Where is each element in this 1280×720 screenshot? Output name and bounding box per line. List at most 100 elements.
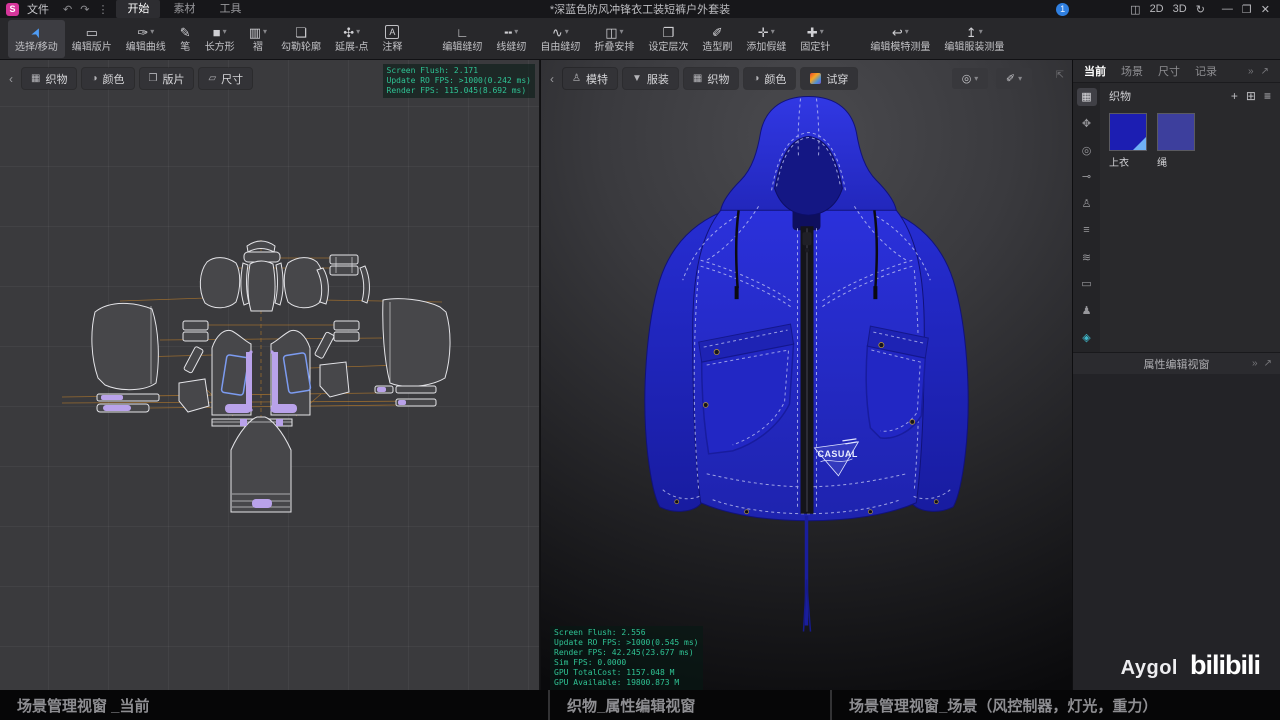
- pattern-pieces[interactable]: [91, 240, 451, 513]
- tool-pleat[interactable]: ▥ ▾ 褶: [242, 20, 274, 58]
- add-fabric-button[interactable]: +: [1231, 89, 1238, 103]
- panel-tab-记录[interactable]: 记录: [1195, 63, 1217, 79]
- grid-view-icon[interactable]: ⊞: [1246, 89, 1256, 103]
- ribbon-tab-素材[interactable]: 素材: [162, 0, 206, 18]
- pattern-2d-viewport[interactable]: ‹ ▦ 织物 ◑ 颜色 ❒ 版片 ▱ 尺寸 Screen Flush: 2.171 Update…: [0, 60, 540, 690]
- tool-edit-pattern[interactable]: ▭ 编辑版片: [65, 20, 119, 58]
- panel-collapse-icon[interactable]: »: [1248, 66, 1254, 77]
- panel-expand-icon[interactable]: ↗: [1261, 66, 1269, 77]
- menu-file[interactable]: 文件: [27, 1, 49, 17]
- garment-tab-label: 织物: [707, 73, 730, 86]
- garment-tab-color[interactable]: ◑ 颜色: [744, 68, 796, 89]
- center-zipper[interactable]: [800, 226, 814, 514]
- fabric-swatch-绳[interactable]: 绳: [1157, 113, 1195, 169]
- fold-arrange-icon: ◫: [605, 24, 618, 40]
- pattern-tab-pattern[interactable]: ❒ 版片: [139, 68, 194, 89]
- pattern-tab-color[interactable]: ◑ 颜色: [82, 68, 134, 89]
- tool-label: 线缝纫: [496, 41, 527, 53]
- fabric-icon[interactable]: ▦: [1076, 88, 1097, 106]
- garment-tab-try-on[interactable]: 试穿: [801, 68, 858, 89]
- piping-icon[interactable]: ▭: [1077, 275, 1097, 293]
- ribbon-tab-开始[interactable]: 开始: [116, 0, 161, 18]
- tool-edit-sewing[interactable]: ∟ 编辑缝纫: [435, 20, 489, 58]
- garment-3d-viewport[interactable]: ‹ ♙ 模特 ▼ 服装 ▦ 织物 ◑ 颜色 试穿 ◎ ▾ ✐ ▾ ⇱ CASUA…: [541, 60, 1072, 690]
- dropdown-caret-icon[interactable]: ▾: [223, 28, 227, 36]
- scene-cube-icon[interactable]: ◈: [1077, 328, 1097, 346]
- brush-mode-button[interactable]: ✐ ▾: [996, 68, 1032, 89]
- notification-badge[interactable]: 1: [1056, 2, 1070, 16]
- dropdown-caret-icon[interactable]: ▾: [771, 28, 775, 36]
- collapse-icon[interactable]: »: [1252, 358, 1258, 369]
- avatar-icon[interactable]: ♟: [1077, 302, 1097, 320]
- tool-line-sewing[interactable]: ╍ ▾ 线缝纫: [489, 20, 533, 58]
- panel-tab-场景[interactable]: 场景: [1121, 63, 1143, 79]
- tool-label: 折叠安排: [594, 41, 635, 53]
- dropdown-caret-icon[interactable]: ▾: [905, 28, 909, 36]
- dropdown-caret-icon[interactable]: ▾: [820, 28, 824, 36]
- dropdown-caret-icon[interactable]: ▾: [514, 28, 518, 36]
- tool-styling-brush[interactable]: ✐ 造型刷: [695, 20, 739, 58]
- garment-tab-garment[interactable]: ▼ 服装: [622, 68, 678, 89]
- tool-fold-arrange[interactable]: ◫ ▾ 折叠安排: [587, 20, 641, 58]
- tool-select-move[interactable]: ➤ 选择/移动: [8, 19, 65, 58]
- tool-label: 勾勒轮廓: [281, 41, 321, 53]
- garment-collapse-icon[interactable]: ‹: [547, 72, 557, 86]
- undo-icon[interactable]: ↶: [63, 3, 72, 16]
- tool-set-layer[interactable]: ❐ 设定层次: [641, 20, 695, 58]
- ribbon-tab-工具[interactable]: 工具: [208, 0, 252, 18]
- garment-tab-model[interactable]: ♙ 模特: [563, 68, 617, 89]
- restore-button[interactable]: ❐: [1242, 3, 1252, 16]
- tool-label: 注释: [382, 41, 403, 53]
- tool-label: 设定层次: [648, 41, 689, 53]
- close-button[interactable]: ✕: [1261, 3, 1270, 16]
- app-logo-icon[interactable]: S: [6, 2, 19, 16]
- topstitch-icon[interactable]: ≡: [1077, 222, 1097, 240]
- expand-icon[interactable]: ↗: [1264, 358, 1272, 369]
- tool-edit-garment-measure[interactable]: ↥ ▾ 编辑服装测量: [937, 20, 1011, 58]
- dropdown-caret-icon[interactable]: ▾: [263, 28, 267, 36]
- pattern-tab-size[interactable]: ▱ 尺寸: [199, 68, 253, 89]
- dropdown-caret-icon[interactable]: ▾: [979, 28, 983, 36]
- viewport-expand-icon[interactable]: ⇱: [1056, 70, 1064, 81]
- more-icon[interactable]: ⋮: [97, 3, 108, 16]
- tool-edit-curve[interactable]: ✑ ▾ 编辑曲线: [119, 20, 173, 58]
- tool-trace-outline[interactable]: ❏ 勾勒轮廓: [274, 20, 328, 58]
- view-3d-button[interactable]: 3D: [1173, 3, 1187, 15]
- view-2d-button[interactable]: 2D: [1150, 3, 1164, 15]
- property-editor-header[interactable]: 属性编辑视窗 » ↗: [1073, 352, 1280, 375]
- tool-extend-point[interactable]: ✣ ▾ 延展-点: [328, 20, 375, 58]
- tool-rectangle[interactable]: ■ ▾ 长方形: [198, 20, 242, 58]
- render-mode-button[interactable]: ◎ ▾: [952, 68, 988, 89]
- tool-add-basting[interactable]: ✛ ▾ 添加假缝: [739, 20, 793, 58]
- dropdown-caret-icon[interactable]: ▾: [356, 28, 360, 36]
- tool-label: 笔: [180, 41, 191, 53]
- garment-tab-fabric[interactable]: ▦ 织物: [683, 68, 739, 89]
- tool-annotation[interactable]: A 注释: [375, 20, 409, 58]
- panel-tab-当前[interactable]: 当前: [1084, 63, 1106, 79]
- tool-free-sewing[interactable]: ∿ ▾ 自由缝纫: [533, 20, 587, 58]
- pattern-collapse-icon[interactable]: ‹: [6, 72, 16, 86]
- zipper-icon[interactable]: ⊸: [1077, 168, 1097, 186]
- sync-icon[interactable]: ↻: [1196, 3, 1205, 16]
- pattern-pieces-canvas[interactable]: [0, 60, 540, 690]
- list-menu-icon[interactable]: ≡: [1264, 89, 1271, 103]
- dropdown-caret-icon[interactable]: ▾: [150, 28, 154, 36]
- minimize-button[interactable]: —: [1222, 3, 1233, 15]
- pattern-tab-label: 尺寸: [221, 73, 244, 86]
- tool-pin[interactable]: ✚ ▾ 固定针: [793, 20, 837, 58]
- tool-pen[interactable]: ✎ 笔: [173, 20, 198, 58]
- dropdown-caret-icon[interactable]: ▾: [619, 28, 623, 36]
- split-view-icon[interactable]: ◫: [1130, 3, 1140, 16]
- fabric-swatch-上衣[interactable]: 上衣: [1109, 113, 1147, 169]
- pattern-tab-fabric[interactable]: ▦ 织物: [22, 68, 77, 89]
- redo-icon[interactable]: ↷: [80, 3, 89, 16]
- tool-edit-model-measure[interactable]: ↩ ▾ 编辑模特测量: [863, 20, 937, 58]
- shirring-icon[interactable]: ≋: [1077, 248, 1097, 266]
- button-icon[interactable]: ◎: [1077, 141, 1097, 159]
- jacket-3d-render[interactable]: CASUAL: [541, 60, 1072, 690]
- mannequin-icon[interactable]: ♙: [1077, 195, 1097, 213]
- dropdown-caret-icon[interactable]: ▾: [565, 28, 569, 36]
- trim-icon[interactable]: ✥: [1077, 115, 1097, 133]
- titlebar: S 文件 ↶ ↷ ⋮ 开始 素材 工具 *深蓝色防风冲锋衣工装短裤户外套装 1 ◫ …: [0, 0, 1280, 18]
- panel-tab-尺寸[interactable]: 尺寸: [1158, 63, 1180, 79]
